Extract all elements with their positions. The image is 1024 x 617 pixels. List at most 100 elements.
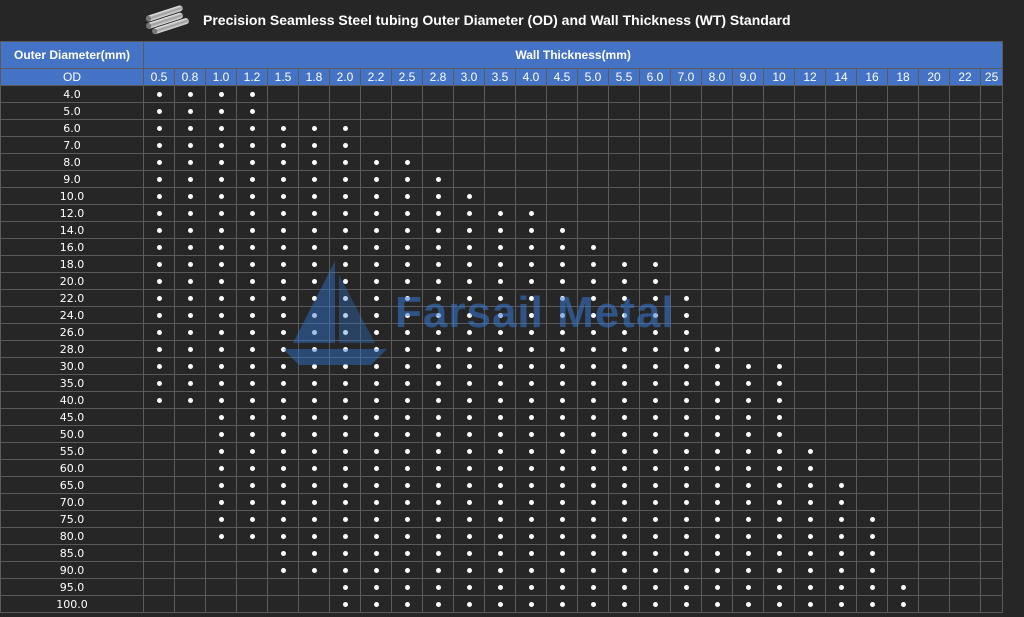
available-dot [466, 534, 472, 539]
available-dot [156, 228, 162, 233]
availability-cell [236, 544, 268, 562]
available-dot [373, 279, 379, 284]
availability-cell [329, 255, 361, 273]
availability-cell [887, 374, 919, 392]
availability-cell [360, 391, 392, 409]
availability-cell [825, 119, 857, 137]
availability-cell [608, 374, 640, 392]
availability-cell [360, 221, 392, 239]
availability-cell [949, 170, 981, 188]
available-dot [249, 262, 255, 267]
availability-cell [732, 561, 764, 579]
available-dot [590, 381, 596, 386]
availability-cell [979, 459, 1004, 477]
availability-cell [484, 289, 516, 307]
availability-cell [205, 255, 237, 273]
availability-cell [887, 476, 919, 494]
availability-cell [422, 391, 454, 409]
available-dot [280, 296, 286, 301]
availability-cell [670, 170, 702, 188]
availability-cell [670, 306, 702, 324]
available-dot [590, 415, 596, 420]
availability-cell [670, 408, 702, 426]
availability-cell [298, 561, 330, 579]
availability-cell [577, 255, 609, 273]
availability-cell [453, 170, 485, 188]
availability-cell [515, 170, 547, 188]
availability-cell [794, 493, 826, 511]
availability-cell [174, 255, 206, 273]
availability-cell [174, 493, 206, 511]
availability-cell [794, 408, 826, 426]
availability-cell [329, 459, 361, 477]
availability-cell [979, 289, 1004, 307]
availability-cell [763, 408, 795, 426]
availability-cell [608, 238, 640, 256]
availability-cell [484, 595, 516, 613]
availability-cell [918, 442, 950, 460]
availability-cell [763, 374, 795, 392]
availability-cell [143, 391, 175, 409]
availability-cell [918, 136, 950, 154]
available-dot [745, 517, 751, 522]
availability-cell [918, 289, 950, 307]
availability-cell [546, 459, 578, 477]
available-dot [280, 500, 286, 505]
available-dot [280, 228, 286, 233]
availability-cell [608, 357, 640, 375]
availability-cell [267, 170, 299, 188]
available-dot [590, 330, 596, 335]
availability-cell [918, 306, 950, 324]
available-dot [156, 364, 162, 369]
available-dot [559, 466, 565, 471]
availability-cell [546, 374, 578, 392]
od-cell: 100.0 [0, 595, 144, 613]
availability-cell [608, 595, 640, 613]
available-dot [559, 500, 565, 505]
available-dot [652, 568, 658, 573]
availability-cell [484, 272, 516, 290]
availability-cell [143, 289, 175, 307]
availability-cell [918, 153, 950, 171]
availability-cell [887, 306, 919, 324]
availability-cell [174, 544, 206, 562]
availability-cell [732, 578, 764, 596]
availability-cell [794, 425, 826, 443]
availability-cell [546, 493, 578, 511]
available-dot [714, 432, 720, 437]
available-dot [590, 398, 596, 403]
available-dot [187, 177, 193, 182]
availability-cell [267, 561, 299, 579]
available-dot [621, 585, 627, 590]
availability-cell [701, 357, 733, 375]
availability-cell [484, 527, 516, 545]
availability-cell [143, 459, 175, 477]
available-dot [249, 517, 255, 522]
available-dot [776, 500, 782, 505]
availability-cell [329, 442, 361, 460]
available-dot [838, 602, 844, 607]
available-dot [249, 364, 255, 369]
availability-cell [267, 136, 299, 154]
available-dot [404, 160, 410, 165]
wt-column-header: 22 [949, 68, 981, 86]
available-dot [373, 347, 379, 352]
available-dot [218, 313, 224, 318]
availability-cell [701, 221, 733, 239]
availability-cell [979, 204, 1004, 222]
availability-cell [701, 476, 733, 494]
available-dot [342, 330, 348, 335]
availability-cell [143, 119, 175, 137]
available-dot [652, 330, 658, 335]
available-dot [373, 330, 379, 335]
available-dot [466, 517, 472, 522]
available-dot [745, 568, 751, 573]
available-dot [466, 296, 472, 301]
title-bar: Precision Seamless Steel tubing Outer Di… [0, 0, 1024, 41]
availability-cell [391, 340, 423, 358]
available-dot [466, 262, 472, 267]
availability-cell [546, 527, 578, 545]
availability-cell [825, 170, 857, 188]
availability-cell [701, 561, 733, 579]
available-dot [373, 381, 379, 386]
